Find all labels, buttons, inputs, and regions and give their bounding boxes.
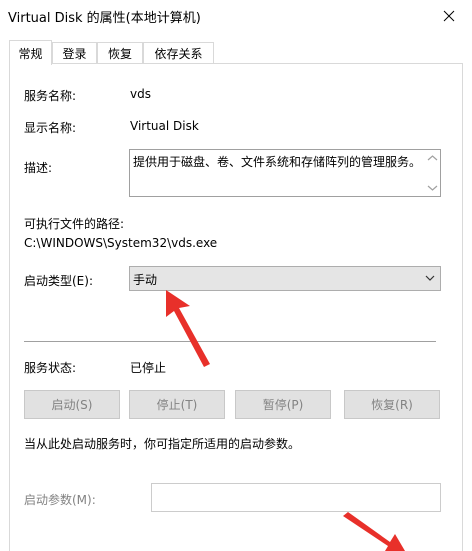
executable-path-label: 可执行文件的路径: [24, 217, 125, 231]
start-button[interactable]: 启动(S) [24, 390, 120, 419]
close-icon [443, 10, 455, 21]
start-params-label: 启动参数(M): [24, 493, 96, 507]
service-name-label: 服务名称: [24, 89, 77, 103]
general-tab-panel [9, 63, 463, 551]
scroll-down-icon[interactable] [427, 184, 438, 192]
startup-type-value: 手动 [133, 273, 158, 287]
service-status-label: 服务状态: [24, 361, 77, 375]
chevron-down-icon [425, 275, 435, 281]
scroll-up-icon[interactable] [427, 154, 438, 162]
start-params-hint: 当从此处启动服务时，你可指定所适用的启动参数。 [24, 437, 301, 451]
close-button[interactable] [426, 0, 472, 31]
startup-type-select[interactable]: 手动 [129, 266, 441, 291]
executable-path-value: C:\WINDOWS\System32\vds.exe [24, 236, 218, 250]
tab-recovery[interactable]: 恢复 [97, 42, 143, 64]
service-name-value: vds [130, 87, 151, 101]
description-text: 提供用于磁盘、卷、文件系统和存储阵列的管理服务。 [133, 155, 422, 169]
window-title: Virtual Disk 的属性(本地计算机) [8, 11, 201, 26]
tab-strip: 常规 登录 恢复 依存关系 [9, 40, 465, 65]
description-label: 描述: [24, 161, 53, 175]
tab-general[interactable]: 常规 [9, 40, 52, 65]
title-bar: Virtual Disk 的属性(本地计算机) [0, 0, 472, 31]
tab-dependencies[interactable]: 依存关系 [143, 42, 214, 64]
display-name-value[interactable]: Virtual Disk [130, 119, 199, 133]
display-name-label: 显示名称: [24, 121, 77, 135]
properties-dialog: Virtual Disk 的属性(本地计算机) 常规 登录 恢复 依存关系 服务… [0, 0, 472, 551]
stop-button[interactable]: 停止(T) [129, 390, 225, 419]
pause-button[interactable]: 暂停(P) [235, 390, 331, 419]
tab-logon[interactable]: 登录 [52, 42, 97, 64]
service-status-value: 已停止 [130, 361, 167, 375]
description-textarea[interactable]: 提供用于磁盘、卷、文件系统和存储阵列的管理服务。 [129, 149, 441, 197]
start-params-input[interactable] [151, 483, 441, 512]
startup-type-label: 启动类型(E): [24, 274, 93, 288]
section-divider [24, 341, 436, 342]
description-scrollbar[interactable] [425, 150, 440, 196]
resume-button[interactable]: 恢复(R) [344, 390, 440, 419]
